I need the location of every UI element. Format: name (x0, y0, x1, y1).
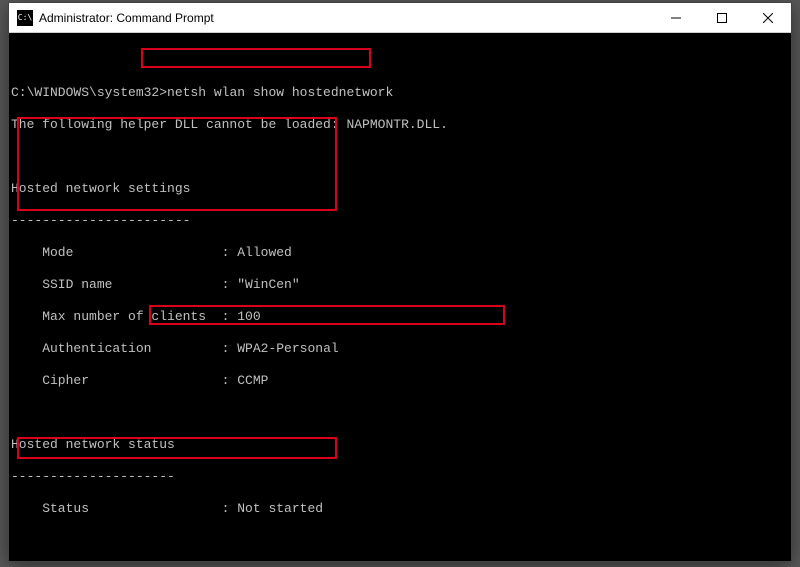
command-prompt-window: C:\ Administrator: Command Prompt C:\WIN… (8, 2, 792, 562)
status-label: Status : (11, 501, 237, 516)
settings-header: Hosted network settings (11, 181, 789, 197)
prompt-path: C:\WINDOWS\system32> (11, 85, 167, 100)
minimize-button[interactable] (653, 3, 699, 32)
cmd-icon: C:\ (17, 10, 33, 26)
close-button[interactable] (745, 3, 791, 32)
auth-value: WPA2-Personal (237, 341, 338, 356)
mode-value: Allowed (237, 245, 292, 260)
mode-label: Mode : (11, 245, 237, 260)
window-controls (653, 3, 791, 32)
max-clients-line: Max number of clients : 100 (11, 309, 789, 325)
status-line: Status : Not started (11, 501, 789, 517)
window-title: Administrator: Command Prompt (39, 11, 653, 25)
status-header: Hosted network status (11, 437, 789, 453)
blank-line (11, 533, 789, 549)
status-dashes: --------------------- (11, 469, 789, 485)
settings-dashes: ----------------------- (11, 213, 789, 229)
command-1: netsh wlan show hostednetwork (167, 85, 393, 100)
max-clients-value: 100 (237, 309, 260, 324)
ssid-value: "WinCen" (237, 277, 299, 292)
terminal-output[interactable]: C:\WINDOWS\system32>netsh wlan show host… (9, 33, 791, 561)
ssid-line: SSID name : "WinCen" (11, 277, 789, 293)
maximize-button[interactable] (699, 3, 745, 32)
ssid-label: SSID name : (11, 277, 237, 292)
cipher-line: Cipher : CCMP (11, 373, 789, 389)
prompt-line-1: C:\WINDOWS\system32>netsh wlan show host… (11, 85, 789, 101)
mode-line: Mode : Allowed (11, 245, 789, 261)
blank-line (11, 53, 789, 69)
titlebar[interactable]: C:\ Administrator: Command Prompt (9, 3, 791, 33)
blank-line (11, 149, 789, 165)
max-clients-label: Max number of clients : (11, 309, 237, 324)
auth-line: Authentication : WPA2-Personal (11, 341, 789, 357)
blank-line (11, 405, 789, 421)
cipher-value: CCMP (237, 373, 268, 388)
cipher-label: Cipher : (11, 373, 237, 388)
dll-error-line: The following helper DLL cannot be loade… (11, 117, 789, 133)
status-value: Not started (237, 501, 323, 516)
auth-label: Authentication : (11, 341, 237, 356)
